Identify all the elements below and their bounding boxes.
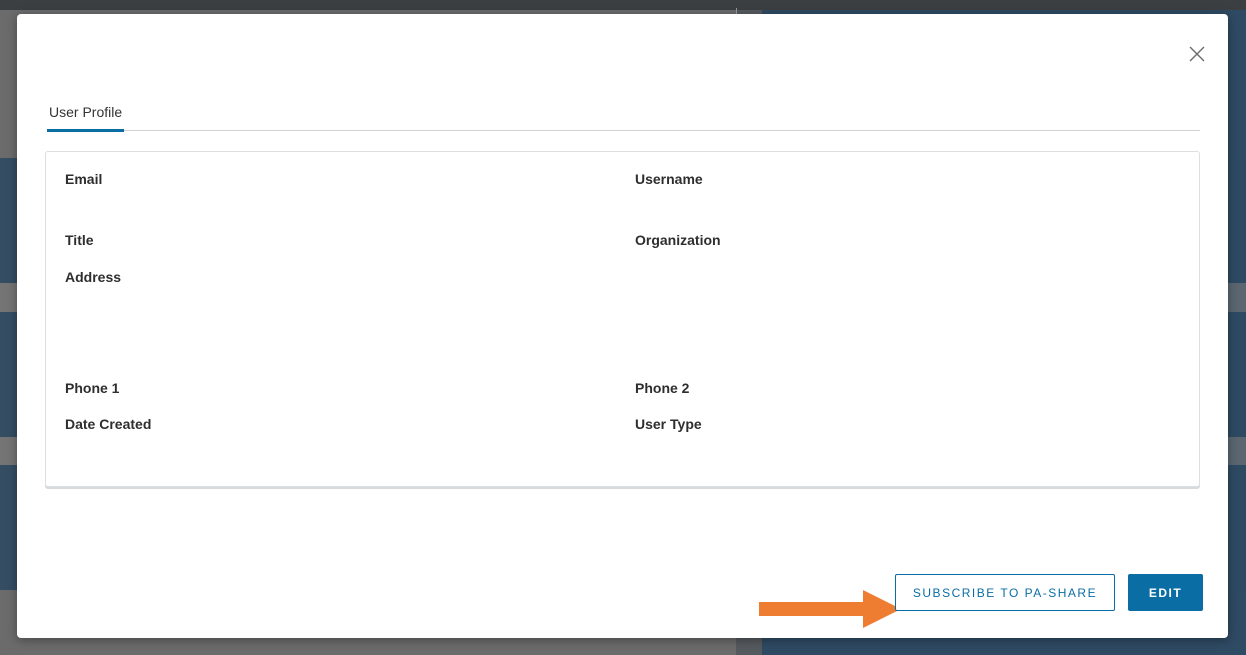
email-label: Email <box>65 171 103 187</box>
user-type-label: User Type <box>635 416 702 432</box>
date-created-label: Date Created <box>65 416 152 432</box>
background-topbar <box>0 0 1246 10</box>
subscribe-button[interactable]: SUBSCRIBE TO PA-SHARE <box>895 574 1115 611</box>
user-profile-modal: User Profile Email Username Title Organi… <box>17 14 1228 638</box>
phone2-label: Phone 2 <box>635 380 690 396</box>
right-arrow-annotation-icon <box>759 590 901 628</box>
organization-label: Organization <box>635 232 721 248</box>
tab-bar: User Profile <box>47 100 1200 132</box>
phone1-label: Phone 1 <box>65 380 120 396</box>
username-label: Username <box>635 171 703 187</box>
title-label: Title <box>65 232 94 248</box>
close-icon <box>1189 46 1205 62</box>
address-label: Address <box>65 269 122 285</box>
profile-details-card: Email Username Title Organization Addres… <box>45 151 1200 487</box>
tab-user-profile[interactable]: User Profile <box>47 100 125 132</box>
edit-button[interactable]: EDIT <box>1128 574 1203 611</box>
close-button[interactable] <box>1185 42 1209 66</box>
